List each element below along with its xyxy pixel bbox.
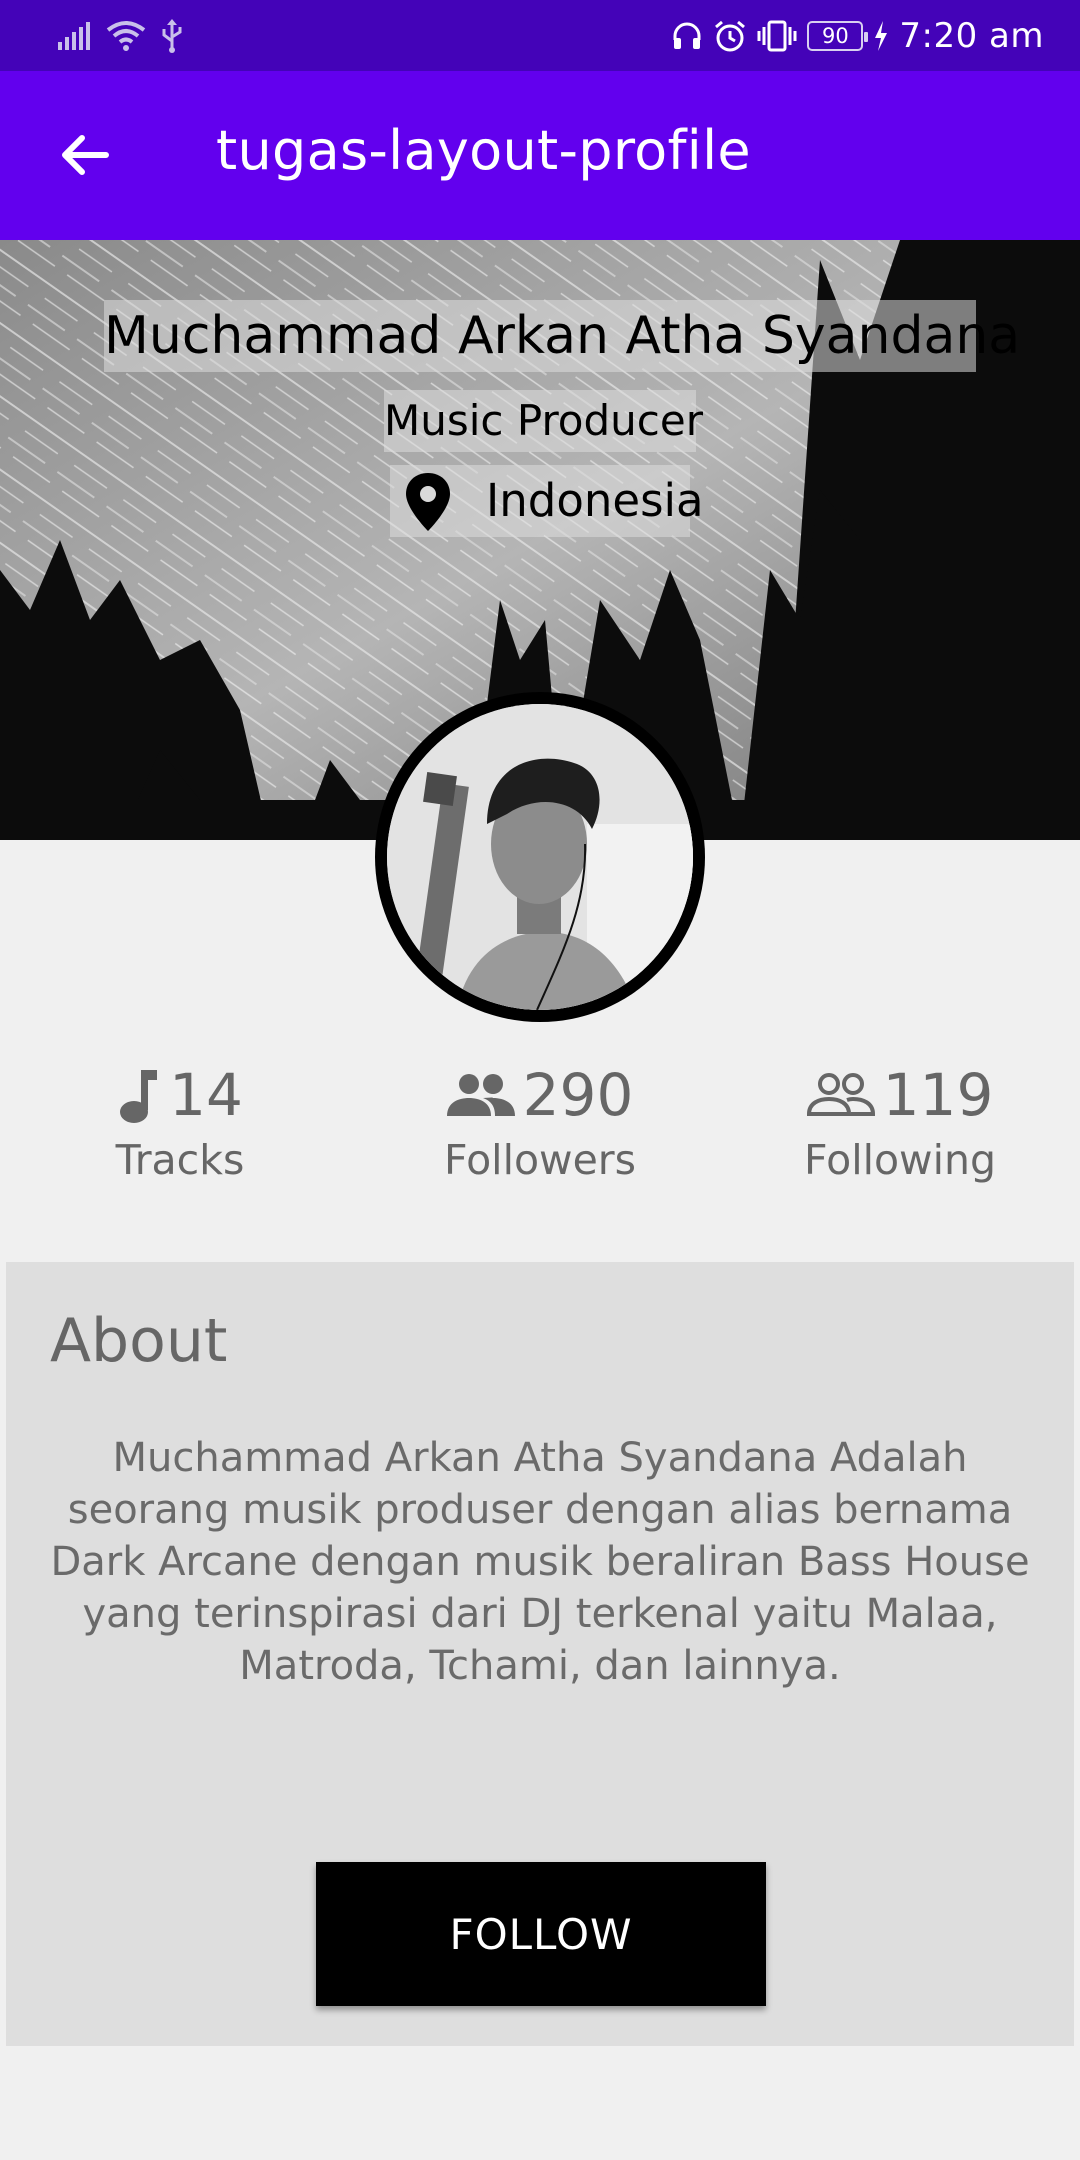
- music-note-icon: [120, 1070, 158, 1123]
- app-bar: tugas-layout-profile: [0, 71, 1080, 240]
- profile-location: Indonesia: [390, 465, 704, 537]
- usb-icon: [162, 19, 182, 53]
- stat-tracks[interactable]: 14 Tracks: [30, 1060, 330, 1184]
- arrow-left-icon[interactable]: [56, 127, 112, 183]
- about-title: About: [50, 1306, 228, 1376]
- battery-level: 90: [822, 24, 849, 48]
- stat-followers[interactable]: 290 Followers: [390, 1060, 690, 1184]
- stat-following[interactable]: 119 Following: [750, 1060, 1050, 1184]
- following-label: Following: [803, 1136, 996, 1184]
- people-outline-icon: [806, 1073, 875, 1116]
- alarm-icon: [715, 20, 746, 52]
- location-text: Indonesia: [486, 474, 704, 527]
- follow-button[interactable]: FOLLOW: [316, 1862, 766, 2006]
- tracks-count: 14: [169, 1061, 243, 1129]
- followers-count: 290: [522, 1061, 634, 1129]
- vibrate-icon: [757, 20, 797, 52]
- stats-bar: 14 Tracks 290 Followers 119 Following: [0, 1020, 1080, 1205]
- profile-name: Muchammad Arkan Atha Syandana: [104, 300, 1020, 372]
- signal-icon: [58, 22, 90, 50]
- about-card: About Muchammad Arkan Atha Syandana Adal…: [6, 1262, 1074, 2046]
- about-text: Muchammad Arkan Atha Syandana Adalah seo…: [50, 1435, 1030, 1689]
- battery-icon: 90: [807, 21, 869, 51]
- clock: 7:20 am: [899, 16, 1044, 56]
- profile-screen: 90 7:20 am tugas-layout-profile Muchamma…: [0, 0, 1080, 2160]
- avatar-photo: [387, 704, 693, 1010]
- wifi-icon: [106, 21, 146, 51]
- followers-label: Followers: [443, 1136, 637, 1184]
- headphones-icon: [673, 22, 701, 49]
- person-photo-image: [387, 704, 693, 1010]
- charging-icon: [875, 21, 888, 51]
- avatar[interactable]: [375, 692, 705, 1022]
- profile-role: Music Producer: [384, 390, 703, 452]
- tracks-label: Tracks: [115, 1136, 245, 1184]
- people-icon: [446, 1074, 515, 1116]
- status-bar: 90 7:20 am: [0, 0, 1080, 71]
- following-count: 119: [882, 1061, 994, 1129]
- app-title: tugas-layout-profile: [216, 119, 751, 182]
- map-pin-icon: [406, 473, 450, 531]
